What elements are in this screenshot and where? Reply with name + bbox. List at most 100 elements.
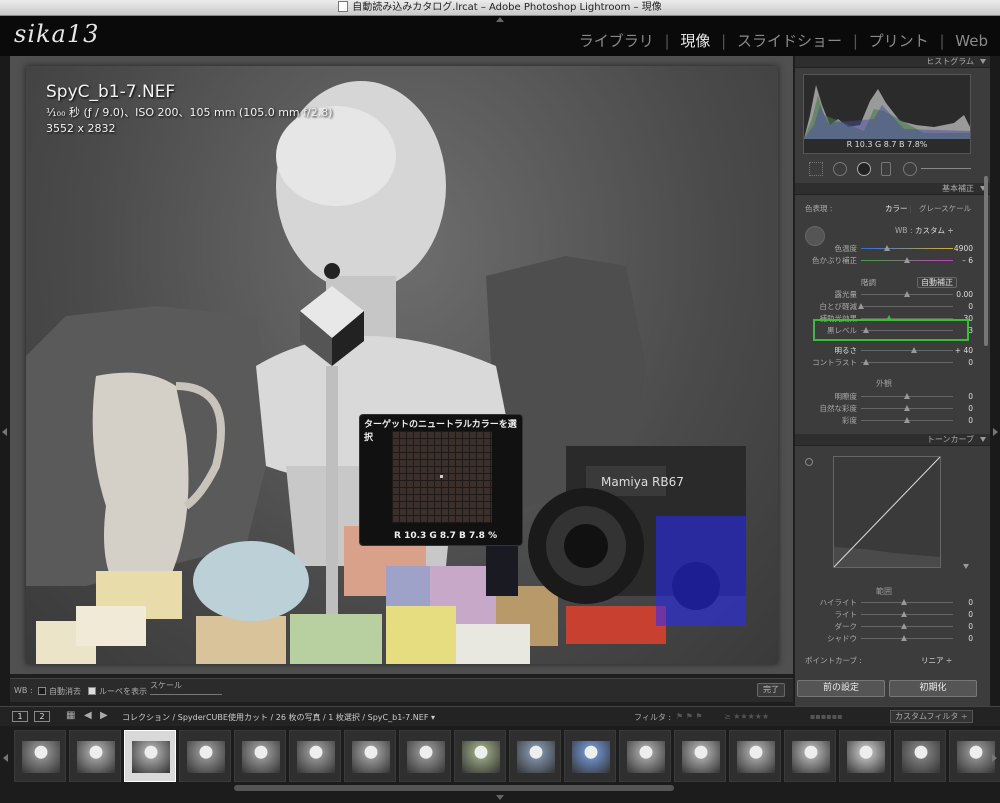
forward-arrow-icon[interactable]: ▶ xyxy=(100,710,108,721)
contrast-slider[interactable]: コントラスト 0 xyxy=(801,358,973,368)
highlights-knob[interactable] xyxy=(901,599,907,605)
filmstrip-thumbnail[interactable] xyxy=(894,730,946,782)
module-print[interactable]: プリント xyxy=(869,32,929,50)
image-view[interactable]: Mamiya RB67 SpyC_b1-7.NEF ¹⁄₁₀₀ 秒 (ƒ / 9… xyxy=(10,56,793,674)
flag-filter-icons[interactable]: ⚑ ⚑ ⚑ xyxy=(676,712,703,721)
right-panel-scrollbar[interactable] xyxy=(984,176,988,346)
exposure-value[interactable]: 0.00 xyxy=(956,290,973,300)
show-loupe-checkbox[interactable] xyxy=(88,687,96,695)
filmstrip-thumbnail[interactable] xyxy=(784,730,836,782)
page-1-button[interactable]: 1 xyxy=(12,711,28,722)
photo-preview[interactable]: Mamiya RB67 SpyC_b1-7.NEF ¹⁄₁₀₀ 秒 (ƒ / 9… xyxy=(26,66,778,664)
vibrance-knob[interactable] xyxy=(904,405,910,411)
treatment-grayscale[interactable]: グレースケール xyxy=(919,204,971,214)
left-panel-toggle[interactable] xyxy=(0,56,10,706)
color-label-filter-icons[interactable]: ▪▪▪▪▪▪ xyxy=(810,712,843,721)
clarity-slider[interactable]: 明瞭度 0 xyxy=(801,392,974,402)
filmstrip-thumbnail[interactable] xyxy=(399,730,451,782)
highlights-slider[interactable]: ハイライト 0 xyxy=(801,598,973,608)
show-loupe-option[interactable]: ルーペを表示 xyxy=(88,686,147,697)
vibrance-slider[interactable]: 自然な彩度 0 xyxy=(801,404,974,414)
saturation-value[interactable]: 0 xyxy=(968,416,973,426)
darks-slider[interactable]: ダーク 0 xyxy=(801,622,974,632)
filmstrip-thumbnail[interactable] xyxy=(839,730,891,782)
back-arrow-icon[interactable]: ◀ xyxy=(84,710,92,721)
filmstrip-source-path[interactable]: コレクション / SpyderCUBE使用カット / 26 枚の写真 / 1 枚… xyxy=(122,712,435,723)
scale-slider[interactable] xyxy=(150,694,222,695)
brightness-value[interactable]: + 40 xyxy=(955,346,973,356)
red-eye-icon[interactable] xyxy=(857,162,871,176)
done-button[interactable]: 完了 xyxy=(757,683,785,697)
filmstrip-thumbnail[interactable] xyxy=(674,730,726,782)
brush-size-slider[interactable] xyxy=(921,168,971,169)
recovery-knob[interactable] xyxy=(858,303,864,309)
target-adjust-icon[interactable] xyxy=(805,458,813,466)
tint-knob[interactable] xyxy=(904,257,910,263)
saturation-slider[interactable]: 彩度 0 xyxy=(801,416,973,426)
filmstrip-thumbnail[interactable] xyxy=(234,730,286,782)
filmstrip-thumbnail[interactable] xyxy=(344,730,396,782)
module-library[interactable]: ライブラリ xyxy=(579,32,654,50)
filmstrip-thumbnail[interactable] xyxy=(619,730,671,782)
filmstrip-thumbnail[interactable] xyxy=(14,730,66,782)
temp-value[interactable]: 4900 xyxy=(954,244,973,254)
darks-knob[interactable] xyxy=(901,623,907,629)
rating-filter-icons[interactable]: ≥ ★★★★★ xyxy=(724,712,769,721)
filmstrip-thumbnail[interactable] xyxy=(69,730,121,782)
filmstrip-thumbnail[interactable] xyxy=(454,730,506,782)
filmstrip-left-arrow-icon[interactable] xyxy=(3,754,8,762)
spot-removal-icon[interactable] xyxy=(833,162,847,176)
tint-value[interactable]: – 6 xyxy=(962,256,973,266)
previous-settings-button[interactable]: 前の設定 xyxy=(797,680,885,697)
point-curve-select[interactable]: リニア ÷ xyxy=(921,656,952,666)
lights-knob[interactable] xyxy=(901,611,907,617)
treatment-color[interactable]: カラー xyxy=(885,204,908,214)
custom-filter-select[interactable]: カスタムフィルタ ÷ xyxy=(890,710,973,723)
auto-dismiss-checkbox[interactable] xyxy=(38,687,46,695)
shadows-slider[interactable]: シャドウ 0 xyxy=(801,634,973,644)
shadows-knob[interactable] xyxy=(901,635,907,641)
tone-curve-graph[interactable] xyxy=(833,456,941,568)
curve-expand-icon[interactable] xyxy=(963,564,969,569)
filmstrip-right-arrow-icon[interactable] xyxy=(992,754,997,762)
grid-view-icon[interactable]: ▦ xyxy=(66,710,75,721)
brightness-slider[interactable]: 明るさ + 40 xyxy=(801,346,974,356)
contrast-value[interactable]: 0 xyxy=(968,358,973,368)
clarity-value[interactable]: 0 xyxy=(968,392,973,402)
page-2-button[interactable]: 2 xyxy=(34,711,50,722)
module-web[interactable]: Web xyxy=(955,32,988,50)
exposure-slider[interactable]: 露光量 0.00 xyxy=(801,290,974,300)
filmstrip-thumbnail[interactable] xyxy=(564,730,616,782)
shadows-value[interactable]: 0 xyxy=(968,634,973,644)
temp-knob[interactable] xyxy=(884,245,890,251)
lights-slider[interactable]: ライト 0 xyxy=(801,610,974,620)
tint-slider[interactable]: 色かぶり補正 – 6 xyxy=(801,256,973,266)
darks-value[interactable]: 0 xyxy=(968,622,973,632)
adjustment-brush-icon[interactable] xyxy=(903,162,917,176)
filmstrip-thumbnail[interactable] xyxy=(124,730,176,782)
module-develop[interactable]: 現像 xyxy=(680,32,710,50)
contrast-knob[interactable] xyxy=(863,359,869,365)
filmstrip-scrollbar[interactable] xyxy=(234,785,674,791)
filmstrip-thumbnail[interactable] xyxy=(179,730,231,782)
filmstrip-thumbnail[interactable] xyxy=(509,730,561,782)
auto-dismiss-option[interactable]: 自動消去 xyxy=(38,686,81,697)
vibrance-value[interactable]: 0 xyxy=(968,404,973,414)
saturation-knob[interactable] xyxy=(904,417,910,423)
reset-button[interactable]: 初期化 xyxy=(889,680,977,697)
collapse-top-arrow-icon[interactable] xyxy=(496,17,504,22)
lights-value[interactable]: 0 xyxy=(968,610,973,620)
recovery-value[interactable]: 0 xyxy=(968,302,973,312)
crop-tool-icon[interactable] xyxy=(809,162,823,176)
clarity-knob[interactable] xyxy=(904,393,910,399)
filmstrip-thumbnail[interactable] xyxy=(729,730,781,782)
basic-header[interactable]: 基本補正 xyxy=(795,183,990,195)
recovery-slider[interactable]: 白とび軽減 0 xyxy=(801,302,974,312)
filmstrip-thumbnail[interactable] xyxy=(289,730,341,782)
histogram-header[interactable]: ヒストグラム xyxy=(795,56,990,68)
collapse-bottom-arrow-icon[interactable] xyxy=(496,795,504,800)
tone-curve-header[interactable]: トーンカーブ xyxy=(795,434,990,446)
brightness-knob[interactable] xyxy=(911,347,917,353)
right-panel-toggle[interactable] xyxy=(990,56,1000,706)
exposure-knob[interactable] xyxy=(904,291,910,297)
